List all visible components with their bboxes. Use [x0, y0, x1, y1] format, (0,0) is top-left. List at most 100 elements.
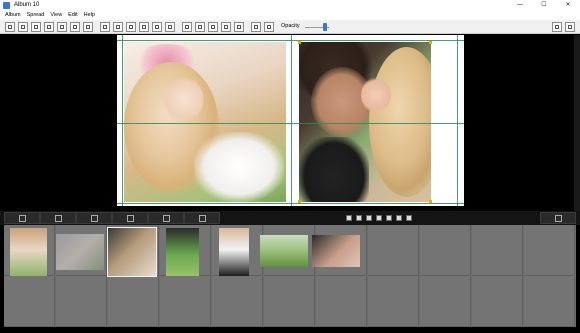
bride-face-icon [164, 77, 204, 122]
thumbnail[interactable] [260, 235, 308, 267]
send-back-icon[interactable] [264, 22, 274, 32]
wedding-dress-icon [194, 132, 284, 202]
align-bottom-icon[interactable] [165, 22, 175, 32]
filmstrip-cell[interactable] [524, 276, 575, 327]
filmstrip-cell[interactable] [472, 276, 523, 327]
guide-left [122, 35, 123, 206]
filmstrip-cell[interactable] [264, 276, 315, 327]
menu-bar: Album Spread View Edit Help [0, 11, 580, 20]
tab-layouts[interactable] [40, 212, 76, 224]
align-right-icon[interactable] [126, 22, 136, 32]
tab-backgrounds[interactable] [112, 212, 148, 224]
refresh-icon[interactable] [356, 215, 362, 221]
filmstrip-cell[interactable] [108, 276, 159, 327]
guide-spine [291, 35, 292, 206]
filmstrip-cell[interactable] [524, 225, 575, 276]
align-top-icon[interactable] [139, 22, 149, 32]
window-controls: — ☐ ✕ [508, 0, 580, 11]
menu-view[interactable]: View [50, 11, 62, 20]
filmstrip-cell[interactable] [316, 276, 367, 327]
resize-handle[interactable] [429, 200, 432, 203]
album-app-window: Album 10 — ☐ ✕ Album Spread View Edit He… [0, 0, 580, 333]
filmstrip-cell[interactable] [368, 276, 419, 327]
groom-suit-icon [299, 137, 369, 202]
view-single-icon[interactable] [552, 22, 562, 32]
guide-right [457, 35, 458, 206]
opacity-label: Opacity [281, 23, 300, 29]
import-icon[interactable] [406, 215, 412, 221]
album-spread-page[interactable] [117, 35, 464, 206]
toolbar: Opacity [0, 20, 580, 34]
filmstrip-cell[interactable] [160, 276, 211, 327]
filmstrip-cell[interactable] [420, 225, 471, 276]
photo-tool-icon[interactable] [57, 22, 67, 32]
close-button[interactable]: ✕ [556, 0, 580, 11]
rotate-icon[interactable] [221, 22, 231, 32]
bring-front-icon[interactable] [251, 22, 261, 32]
menu-album[interactable]: Album [5, 11, 21, 20]
photos-icon [18, 215, 26, 222]
shape-tool-icon[interactable] [83, 22, 93, 32]
layout-tool-icon[interactable] [44, 22, 54, 32]
select-tool-icon[interactable] [5, 22, 15, 32]
filmstrip-cell[interactable] [56, 276, 107, 327]
menu-help[interactable]: Help [84, 11, 95, 20]
text-tool-icon[interactable] [18, 22, 28, 32]
distribute-icon[interactable] [208, 22, 218, 32]
align-middle-icon[interactable] [152, 22, 162, 32]
view-spread-icon[interactable] [565, 22, 575, 32]
masks-icon [90, 215, 98, 222]
same-width-icon[interactable] [182, 22, 192, 32]
frame-tool-icon[interactable] [31, 22, 41, 32]
panel-toggle-icon [554, 215, 562, 222]
tab-frames[interactable] [148, 212, 184, 224]
bride-face-right-icon [361, 77, 391, 113]
frames-icon [162, 215, 170, 222]
align-left-icon[interactable] [100, 22, 110, 32]
crop-tool-icon[interactable] [70, 22, 80, 32]
tab-photos[interactable] [4, 212, 40, 224]
app-icon [3, 2, 10, 9]
opacity-slider-thumb[interactable] [323, 23, 328, 31]
align-center-icon[interactable] [113, 22, 123, 32]
thumbnail[interactable] [10, 228, 47, 276]
menu-edit[interactable]: Edit [68, 11, 77, 20]
thumbnail[interactable] [56, 234, 104, 270]
thumbnail-selected[interactable] [107, 227, 157, 277]
tab-masks[interactable] [76, 212, 112, 224]
tab-spreads[interactable] [184, 212, 220, 224]
status-bar [0, 327, 580, 333]
panel-tab-bar [0, 211, 580, 225]
tab-panel-toggle[interactable] [540, 212, 576, 224]
title-bar: Album 10 — ☐ ✕ [0, 0, 580, 11]
canvas-scrollbar[interactable] [574, 35, 580, 211]
trash-icon[interactable] [396, 215, 402, 221]
maximize-button[interactable]: ☐ [532, 0, 556, 11]
filmstrip-cell[interactable] [420, 276, 471, 327]
bride-photo[interactable] [124, 42, 286, 202]
same-height-icon[interactable] [195, 22, 205, 32]
grid-view-icon[interactable] [346, 215, 352, 221]
flip-icon[interactable] [234, 22, 244, 32]
list-view-icon[interactable] [366, 215, 372, 221]
window-title: Album 10 [14, 2, 40, 8]
filmstrip-cell[interactable] [472, 225, 523, 276]
couple-kiss-photo[interactable] [299, 42, 431, 202]
resize-handle[interactable] [298, 200, 301, 203]
photo-filmstrip[interactable] [4, 225, 576, 327]
menu-spread[interactable]: Spread [27, 11, 45, 20]
thumbnail[interactable] [166, 228, 199, 276]
minimize-button[interactable]: — [508, 0, 532, 11]
resize-handle[interactable] [429, 41, 432, 44]
layouts-icon [54, 215, 62, 222]
rotate-thumb-icon[interactable] [386, 215, 392, 221]
thumbnail[interactable] [219, 228, 249, 276]
resize-handle[interactable] [298, 41, 301, 44]
filmstrip-cell[interactable] [212, 276, 263, 327]
backgrounds-icon [126, 215, 134, 222]
filmstrip-cell[interactable] [4, 276, 55, 327]
sort-icon[interactable] [376, 215, 382, 221]
bride-hair-icon [369, 47, 431, 197]
filmstrip-cell[interactable] [368, 225, 419, 276]
thumbnail[interactable] [312, 235, 360, 267]
